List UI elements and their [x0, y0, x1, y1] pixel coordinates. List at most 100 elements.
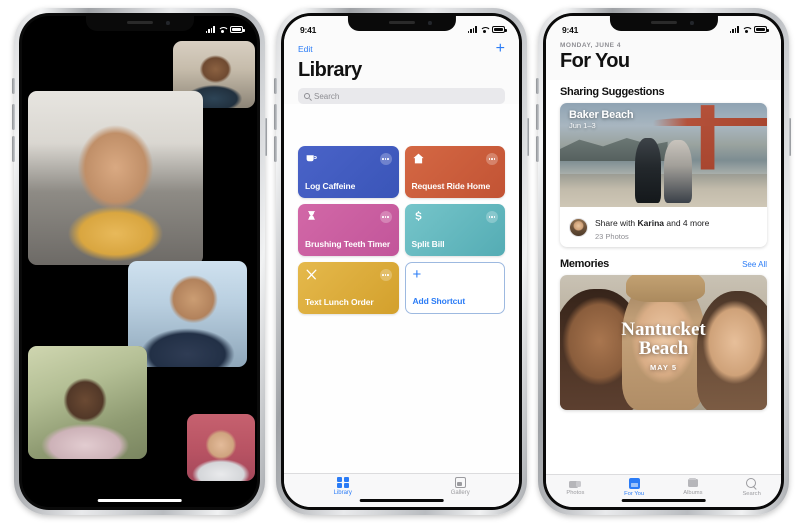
speaker-grill	[650, 21, 677, 24]
notch	[85, 16, 194, 31]
facetime-tile-participant-2[interactable]	[28, 91, 203, 265]
current-date: MONDAY, JUNE 4	[560, 42, 621, 49]
photos-screen: 9:41 MONDAY, JUNE 4 For You Sharing Sugg…	[546, 16, 781, 507]
battery-icon	[754, 26, 769, 33]
power-button[interactable]	[526, 118, 529, 156]
home-indicator[interactable]	[97, 499, 182, 502]
avatar	[569, 217, 588, 237]
photos-content[interactable]: Sharing Suggestions Baker Beach Jun 1–3	[546, 80, 781, 507]
search-placeholder: Search	[314, 91, 340, 101]
participant-video	[28, 91, 203, 265]
memories-header: Memories See All	[546, 247, 781, 275]
more-dots-icon[interactable]	[379, 269, 392, 281]
tab-label: Search	[742, 490, 761, 497]
memory-title-line2: Beach	[638, 337, 689, 359]
sharing-suggestions-header: Sharing Suggestions	[546, 80, 781, 103]
tab-label: Albums	[683, 490, 703, 496]
gallery-icon	[454, 477, 466, 488]
signal-bars-icon	[467, 26, 477, 33]
status-time: 9:41	[300, 24, 317, 35]
section-title: Sharing Suggestions	[560, 86, 665, 98]
screenshot-canvas: 9:41 Edit + Library Search Log Caffeine …	[0, 0, 800, 523]
home-indicator[interactable]	[621, 499, 706, 502]
power-button[interactable]	[264, 118, 267, 156]
edit-button[interactable]: Edit	[298, 44, 313, 54]
status-time: 9:41	[562, 24, 579, 35]
signal-bars-icon	[729, 26, 739, 33]
shortcut-card-split-bill[interactable]: Split Bill	[404, 204, 505, 256]
volume-up-button[interactable]	[536, 104, 539, 130]
facetime-tile-participant-4[interactable]	[28, 346, 147, 459]
shortcut-label: Split Bill	[411, 239, 445, 250]
facetime-screen	[22, 16, 257, 507]
see-all-button[interactable]: See All	[742, 260, 767, 269]
person-figure	[634, 138, 662, 203]
sharing-suggestion-card[interactable]: Baker Beach Jun 1–3 Share with Karina an…	[560, 103, 767, 247]
shortcut-card-brushing-teeth-timer[interactable]: Brushing Teeth Timer	[298, 204, 399, 256]
volume-down-button[interactable]	[274, 136, 277, 162]
phone-photos: 9:41 MONDAY, JUNE 4 For You Sharing Sugg…	[536, 8, 791, 515]
share-text: Share with Karina and 4 more 23 Photos	[595, 213, 709, 241]
plus-icon: +	[412, 266, 422, 283]
search-icon	[304, 93, 310, 99]
volume-down-button[interactable]	[12, 136, 15, 162]
crossed-utensils-icon	[306, 269, 317, 280]
add-shortcut-card[interactable]: + Add Shortcut	[404, 262, 505, 314]
section-title: Memories	[560, 258, 609, 270]
page-title: Library	[298, 59, 362, 81]
search-input[interactable]: Search	[298, 88, 505, 104]
volume-down-button[interactable]	[536, 136, 539, 162]
speaker-grill	[126, 21, 153, 24]
power-button[interactable]	[788, 118, 791, 156]
volume-up-button[interactable]	[12, 104, 15, 130]
tab-for-you[interactable]: For You	[605, 475, 664, 507]
notch	[609, 16, 718, 31]
facetime-tile-participant-5[interactable]	[187, 414, 255, 481]
house-icon	[412, 153, 424, 164]
shortcut-card-text-lunch-order[interactable]: Text Lunch Order	[298, 262, 399, 314]
shortcut-label: Brushing Teeth Timer	[305, 239, 391, 250]
photos-icon	[569, 478, 582, 488]
hat-shape	[626, 275, 705, 302]
more-dots-icon[interactable]	[486, 153, 498, 165]
dollar-sign-icon	[414, 211, 421, 221]
battery-icon	[492, 26, 507, 33]
more-dots-icon[interactable]	[379, 153, 392, 165]
memory-card[interactable]: Nantucket Beach MAY 5	[560, 275, 767, 410]
participant-video	[28, 346, 147, 459]
photo-caption: Baker Beach Jun 1–3	[569, 109, 634, 130]
shortcut-label: Text Lunch Order	[305, 297, 374, 308]
home-indicator[interactable]	[359, 499, 444, 502]
shortcut-card-request-ride-home[interactable]: Request Ride Home	[404, 146, 505, 198]
mute-switch[interactable]	[12, 78, 15, 94]
coffee-cup-icon	[306, 155, 317, 162]
mute-switch[interactable]	[274, 78, 277, 94]
memory-title-line1: Nantucket	[621, 319, 706, 340]
tab-library[interactable]: Library	[284, 474, 402, 507]
tab-search[interactable]: Search	[722, 475, 781, 507]
shortcut-card-log-caffeine[interactable]: Log Caffeine	[298, 146, 399, 198]
add-shortcut-label: Add Shortcut	[412, 296, 466, 307]
more-dots-icon[interactable]	[379, 211, 392, 223]
share-line: Share with Karina and 4 more	[595, 218, 709, 228]
more-dots-icon[interactable]	[486, 211, 498, 223]
notch	[347, 16, 456, 31]
status-indicators	[729, 26, 769, 34]
nav-bar: Edit +	[298, 40, 505, 58]
suggestion-photo[interactable]: Baker Beach Jun 1–3	[560, 103, 767, 207]
tab-albums[interactable]: Albums	[664, 475, 723, 507]
volume-up-button[interactable]	[274, 104, 277, 130]
status-indicators	[205, 26, 245, 34]
tab-gallery[interactable]: Gallery	[402, 474, 520, 507]
front-camera	[166, 21, 170, 25]
for-you-icon	[628, 477, 640, 489]
tab-photos[interactable]: Photos	[546, 475, 605, 507]
mute-switch[interactable]	[536, 78, 539, 94]
grid-icon	[337, 476, 349, 489]
memory-caption: Nantucket Beach MAY 5	[560, 319, 767, 372]
search-icon	[746, 477, 757, 489]
tab-label: Photos	[566, 490, 585, 496]
share-row[interactable]: Share with Karina and 4 more 23 Photos	[560, 207, 767, 247]
plus-icon[interactable]: +	[496, 41, 505, 57]
wifi-icon	[218, 26, 227, 34]
